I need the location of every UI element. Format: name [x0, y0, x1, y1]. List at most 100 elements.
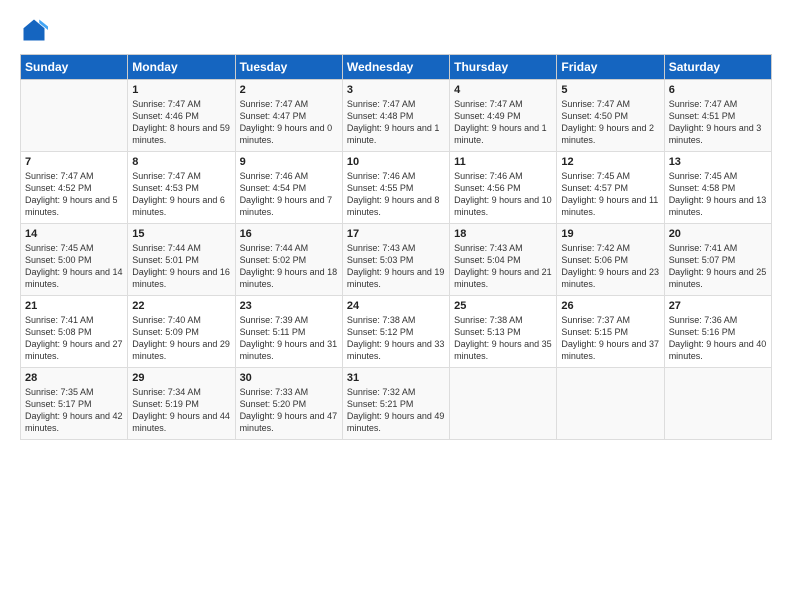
calendar-cell: 7 Sunrise: 7:47 AMSunset: 4:52 PMDaylight… [21, 152, 128, 224]
day-header-friday: Friday [557, 55, 664, 80]
day-number: 26 [561, 300, 659, 312]
calendar-cell: 20Sunrise: 7:41 AMSunset: 5:07 PMDayligh… [664, 224, 771, 296]
calendar-cell: 25Sunrise: 7:38 AMSunset: 5:13 PMDayligh… [450, 296, 557, 368]
cell-info: Sunrise: 7:34 AMSunset: 5:19 PMDaylight:… [132, 386, 230, 435]
calendar-cell [450, 368, 557, 440]
cell-info: Sunrise: 7:42 AMSunset: 5:06 PMDaylight:… [561, 242, 659, 291]
cell-info: Sunrise: 7:43 AMSunset: 5:03 PMDaylight:… [347, 242, 445, 291]
day-number: 7 [25, 156, 123, 168]
day-number: 30 [240, 372, 338, 384]
day-number: 13 [669, 156, 767, 168]
logo-icon [20, 16, 48, 44]
day-number: 3 [347, 84, 445, 96]
calendar-cell: 18 Sunrise: 7:43 AMSunset: 5:04 PMDayligh… [450, 224, 557, 296]
day-number: 10 [347, 156, 445, 168]
day-number: 11 [454, 156, 552, 168]
cell-info: Sunrise: 7:47 AMSunset: 4:46 PMDaylight:… [132, 98, 230, 147]
cell-info: Sunrise: 7:36 AMSunset: 5:16 PMDaylight:… [669, 314, 767, 363]
cell-info: Sunrise: 7:43 AMSunset: 5:04 PMDaylight:… [454, 242, 552, 291]
day-number: 31 [347, 372, 445, 384]
day-number: 9 [240, 156, 338, 168]
calendar-cell: 14 Sunrise: 7:45 AMSunset: 5:00 PMDayligh… [21, 224, 128, 296]
calendar-cell: 28 Sunrise: 7:35 AMSunset: 5:17 PMDayligh… [21, 368, 128, 440]
cell-info: Sunrise: 7:33 AMSunset: 5:20 PMDaylight:… [240, 386, 338, 435]
day-number: 16 [240, 228, 338, 240]
cell-info: Sunrise: 7:44 AMSunset: 5:02 PMDaylight:… [240, 242, 338, 291]
cell-info: Sunrise: 7:41 AMSunset: 5:08 PMDaylight:… [25, 314, 123, 363]
calendar-cell: 12 Sunrise: 7:45 AMSunset: 4:57 PMDayligh… [557, 152, 664, 224]
cell-info: Sunrise: 7:32 AMSunset: 5:21 PMDaylight:… [347, 386, 445, 435]
cell-info: Sunrise: 7:39 AMSunset: 5:11 PMDaylight:… [240, 314, 338, 363]
cell-info: Sunrise: 7:44 AMSunset: 5:01 PMDaylight:… [132, 242, 230, 291]
cell-info: Sunrise: 7:40 AMSunset: 5:09 PMDaylight:… [132, 314, 230, 363]
day-number: 28 [25, 372, 123, 384]
calendar-cell: 31 Sunrise: 7:32 AMSunset: 5:21 PMDayligh… [342, 368, 449, 440]
day-number: 6 [669, 84, 767, 96]
calendar-cell: 11 Sunrise: 7:46 AMSunset: 4:56 PMDayligh… [450, 152, 557, 224]
cell-info: Sunrise: 7:46 AMSunset: 4:54 PMDaylight:… [240, 170, 338, 219]
day-number: 22 [132, 300, 230, 312]
calendar-week-row: 28 Sunrise: 7:35 AMSunset: 5:17 PMDayligh… [21, 368, 772, 440]
calendar-cell: 3 Sunrise: 7:47 AMSunset: 4:48 PMDaylight… [342, 80, 449, 152]
calendar-table: SundayMondayTuesdayWednesdayThursdayFrid… [20, 54, 772, 440]
cell-info: Sunrise: 7:46 AMSunset: 4:55 PMDaylight:… [347, 170, 445, 219]
cell-info: Sunrise: 7:38 AMSunset: 5:12 PMDaylight:… [347, 314, 445, 363]
calendar-cell: 6Sunrise: 7:47 AMSunset: 4:51 PMDaylight… [664, 80, 771, 152]
day-number: 8 [132, 156, 230, 168]
calendar-cell: 2Sunrise: 7:47 AMSunset: 4:47 PMDaylight… [235, 80, 342, 152]
day-number: 23 [240, 300, 338, 312]
cell-info: Sunrise: 7:38 AMSunset: 5:13 PMDaylight:… [454, 314, 552, 363]
calendar-cell [664, 368, 771, 440]
calendar-cell: 21 Sunrise: 7:41 AMSunset: 5:08 PMDayligh… [21, 296, 128, 368]
day-number: 27 [669, 300, 767, 312]
calendar-cell: 30 Sunrise: 7:33 AMSunset: 5:20 PMDayligh… [235, 368, 342, 440]
calendar-cell: 9 Sunrise: 7:46 AMSunset: 4:54 PMDaylight… [235, 152, 342, 224]
calendar-cell: 26 Sunrise: 7:37 AMSunset: 5:15 PMDayligh… [557, 296, 664, 368]
day-number: 2 [240, 84, 338, 96]
day-number: 17 [347, 228, 445, 240]
day-number: 1 [132, 84, 230, 96]
calendar-cell [557, 368, 664, 440]
cell-info: Sunrise: 7:46 AMSunset: 4:56 PMDaylight:… [454, 170, 552, 219]
calendar-cell: 24 Sunrise: 7:38 AMSunset: 5:12 PMDayligh… [342, 296, 449, 368]
calendar-week-row: 21 Sunrise: 7:41 AMSunset: 5:08 PMDayligh… [21, 296, 772, 368]
cell-info: Sunrise: 7:37 AMSunset: 5:15 PMDaylight:… [561, 314, 659, 363]
day-number: 20 [669, 228, 767, 240]
calendar-header-row: SundayMondayTuesdayWednesdayThursdayFrid… [21, 55, 772, 80]
calendar-cell: 5Sunrise: 7:47 AMSunset: 4:50 PMDaylight… [557, 80, 664, 152]
calendar-cell: 17 Sunrise: 7:43 AMSunset: 5:03 PMDayligh… [342, 224, 449, 296]
calendar-cell [21, 80, 128, 152]
calendar-cell: 1 Sunrise: 7:47 AMSunset: 4:46 PMDaylight… [128, 80, 235, 152]
calendar-cell: 29 Sunrise: 7:34 AMSunset: 5:19 PMDayligh… [128, 368, 235, 440]
day-number: 12 [561, 156, 659, 168]
day-number: 14 [25, 228, 123, 240]
day-header-tuesday: Tuesday [235, 55, 342, 80]
cell-info: Sunrise: 7:47 AMSunset: 4:50 PMDaylight:… [561, 98, 659, 147]
calendar-cell: 15 Sunrise: 7:44 AMSunset: 5:01 PMDayligh… [128, 224, 235, 296]
cell-info: Sunrise: 7:35 AMSunset: 5:17 PMDaylight:… [25, 386, 123, 435]
calendar-week-row: 14 Sunrise: 7:45 AMSunset: 5:00 PMDayligh… [21, 224, 772, 296]
day-number: 19 [561, 228, 659, 240]
calendar-cell: 13Sunrise: 7:45 AMSunset: 4:58 PMDayligh… [664, 152, 771, 224]
page-header [20, 16, 772, 44]
calendar-cell: 23 Sunrise: 7:39 AMSunset: 5:11 PMDayligh… [235, 296, 342, 368]
day-number: 24 [347, 300, 445, 312]
calendar-cell: 16 Sunrise: 7:44 AMSunset: 5:02 PMDayligh… [235, 224, 342, 296]
cell-info: Sunrise: 7:45 AMSunset: 4:57 PMDaylight:… [561, 170, 659, 219]
day-number: 29 [132, 372, 230, 384]
day-number: 4 [454, 84, 552, 96]
day-header-monday: Monday [128, 55, 235, 80]
day-number: 21 [25, 300, 123, 312]
calendar-week-row: 7 Sunrise: 7:47 AMSunset: 4:52 PMDaylight… [21, 152, 772, 224]
day-number: 18 [454, 228, 552, 240]
calendar-week-row: 1 Sunrise: 7:47 AMSunset: 4:46 PMDaylight… [21, 80, 772, 152]
day-header-wednesday: Wednesday [342, 55, 449, 80]
cell-info: Sunrise: 7:45 AMSunset: 5:00 PMDaylight:… [25, 242, 123, 291]
day-header-sunday: Sunday [21, 55, 128, 80]
day-header-saturday: Saturday [664, 55, 771, 80]
cell-info: Sunrise: 7:47 AMSunset: 4:52 PMDaylight:… [25, 170, 123, 219]
cell-info: Sunrise: 7:47 AMSunset: 4:48 PMDaylight:… [347, 98, 445, 147]
calendar-cell: 19 Sunrise: 7:42 AMSunset: 5:06 PMDayligh… [557, 224, 664, 296]
calendar-cell: 22 Sunrise: 7:40 AMSunset: 5:09 PMDayligh… [128, 296, 235, 368]
day-number: 15 [132, 228, 230, 240]
